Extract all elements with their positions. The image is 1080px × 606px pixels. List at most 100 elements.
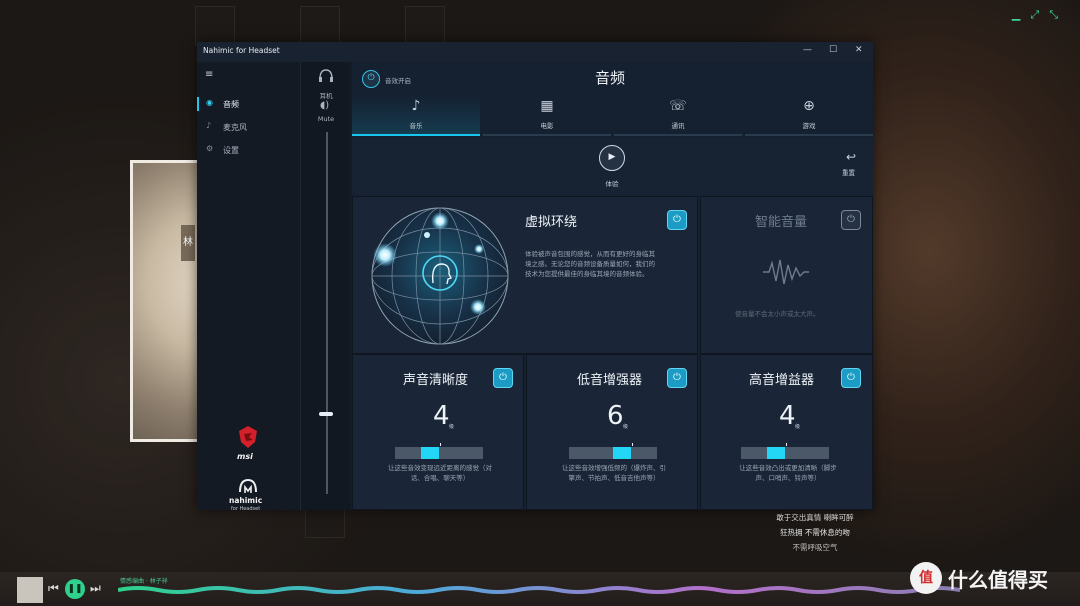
surround-card: 虚拟环绕 ⏻ 体验被声音包围的感觉，从而有更好的身临其 境之感。无论您的音频设备… [352,196,698,354]
tab-label: 音乐 [409,122,423,130]
nahimic-logo-text: nahimic [229,496,263,505]
bass-level: 6 [607,401,624,431]
desc-line: 体验被声音包围的感觉，从而有更好的身临其 [525,250,655,258]
lyric-line: 敢于交出真情 喇眸可醉 [776,513,854,522]
album-cover[interactable]: 林 [130,160,200,442]
sidebar-item-audio[interactable]: ◉ 音频 [197,95,300,113]
nahimic-logo-icon [239,478,257,493]
tab-communication[interactable]: ☏ 通讯 [614,94,742,136]
clarity-level-unit: 级 [449,424,455,430]
expand-icon[interactable]: ⤢ [1030,8,1039,22]
song-info: 情感编曲 · 林子祥 [120,578,168,585]
desc-line: 境之感。无论您的音频设备质量如何，我们的 [525,260,655,268]
tab-music[interactable]: ♪ 音乐 [352,94,480,136]
sidebar-item-settings[interactable]: ⚙ 设置 [197,141,300,159]
desc-line: 技术为您提供最佳的身临其境的音频体验。 [525,270,649,278]
gear-icon: ⚙ [206,144,214,153]
surround-sphere-icon [371,207,509,345]
album-tag: 林 [181,225,195,261]
clarity-power-button[interactable]: ⏻ [493,368,513,388]
reset-label[interactable]: 重置 [842,167,855,177]
mute-label[interactable]: Mute [301,115,351,123]
bass-slider-fill[interactable] [613,447,631,459]
bass-title: 低音增强器 [577,373,643,388]
desc-line: 让这些音效增强低频的（爆炸声、引 [562,464,666,472]
treble-title: 高音增益器 [749,373,815,388]
tab-label: 通讯 [671,122,685,130]
maximize-button[interactable]: ☐ [829,45,837,55]
bass-card: 低音增强器 ⏻ 6 级 让这些音效增强低频的（爆炸声、引 擎声、节拍声、低音吉他… [526,354,698,510]
minimize-button[interactable]: — [803,45,812,55]
menu-icon[interactable]: ≡ [205,69,213,80]
surround-description: 体验被声音包围的感觉，从而有更好的身临其 境之感。无论您的音频设备质量如何，我们… [525,249,655,279]
close-button[interactable]: ✕ [855,45,863,55]
tab-movie[interactable]: ▦ 电影 [483,94,611,136]
title-bar[interactable]: Nahimic for Headset — ☐ ✕ [197,42,873,62]
volume-slider-track[interactable] [326,132,328,494]
volume-icon: ◖) [320,100,330,111]
desc-line: 话、合唱、聊天等） [410,474,470,482]
headset-label: 耳机 [319,92,333,100]
smart-volume-card: 智能音量 ⏻ 使音量不会太小声或太大声。 [700,196,873,354]
page-title: 音频 [595,69,626,87]
watermark: 值 什么值得买 [910,562,1048,594]
speaker-icon: ◉ [206,98,213,107]
nahimic-window: Nahimic for Headset — ☐ ✕ ≡ ◉ 音频 ♪ 麦克风 ⚙… [197,42,873,512]
clapperboard-icon: ▦ [540,98,554,114]
next-icon[interactable]: ⏭ [90,581,101,596]
sidebar-item-microphone[interactable]: ♪ 麦克风 [197,118,300,136]
treble-power-button[interactable]: ⏻ [841,368,861,388]
now-playing-thumbnail[interactable] [17,577,43,603]
msi-dragon-icon [239,426,257,448]
treble-description: 让这些音效凸出或更加清晰（脚步 声、口哨声、铃声等） [723,463,853,483]
mic-icon: ♪ [206,121,212,130]
clarity-description: 让这些音效变现远近距离的感觉（对 话、合唱、聊天等） [375,463,505,483]
clarity-level: 4 [433,401,450,431]
desc-line: 让这些音效变现远近距离的感觉（对 [388,464,492,472]
bass-description: 让这些音效增强低频的（爆炸声、引 擎声、节拍声、低音吉他声等） [549,463,679,483]
tab-game[interactable]: ⊕ 游戏 [745,94,873,136]
nahimic-logo-subtext: for Headset [231,506,261,512]
slider-tick [786,443,787,446]
lyric-line: 狂热拥 不需休息的吻 [780,528,850,537]
smart-volume-power-button[interactable]: ⏻ [841,210,861,230]
main-header: ⏻ 音效开启 音频 [352,62,873,92]
reset-icon[interactable]: ↩ [846,150,856,164]
watermark-logo: 值 [910,562,942,594]
treble-slider[interactable] [741,443,829,459]
clarity-title: 声音清晰度 [403,373,469,388]
effects-power-button[interactable]: ⏻ [362,70,380,88]
smart-volume-title: 智能音量 [755,215,808,230]
demo-bar: ▶ 体验 ↩ 重置 [352,138,873,194]
smart-volume-description: 使音量不会太小声或太大声。 [735,310,820,318]
desc-line: 擎声、节拍声、低音吉他声等） [568,474,660,482]
lyrics-panel: 敢于交出真情 喇眸可醉 狂热拥 不需休息的吻 不需呼吸空气 [760,510,870,555]
demo-play-button[interactable]: ▶ [599,145,625,171]
bass-power-button[interactable]: ⏻ [667,368,687,388]
desc-line: 让这些音效凸出或更加清晰（脚步 [739,464,837,472]
previous-icon[interactable]: ⏮ [48,581,59,596]
surround-title: 虚拟环绕 [525,215,578,230]
surround-power-button[interactable]: ⏻ [667,210,687,230]
tab-label: 电影 [540,122,554,130]
treble-slider-fill[interactable] [767,447,785,459]
minimize-icon[interactable]: ▁ [1012,8,1020,22]
waveform-icon [763,259,809,285]
watermark-text: 什么值得买 [948,567,1048,592]
music-note-icon: ♪ [411,98,421,114]
clarity-slider-fill[interactable] [421,447,439,459]
bass-slider[interactable] [569,443,657,459]
tab-label: 游戏 [802,122,816,130]
waveform-progress[interactable] [118,585,960,595]
gamepad-icon: ⊕ [803,98,815,114]
headset-icon[interactable] [318,68,334,82]
pause-button[interactable]: ❚❚ [65,579,85,599]
collapse-icon[interactable]: ⤡ [1049,8,1058,22]
volume-slider-thumb[interactable] [319,412,333,416]
treble-level-unit: 级 [795,424,801,430]
demo-label: 体验 [605,180,619,188]
profile-tabs: ♪ 音乐 ▦ 电影 ☏ 通讯 ⊕ 游戏 [352,94,873,136]
sidebar: ≡ ◉ 音频 ♪ 麦克风 ⚙ 设置 msi nahimic for Headse… [197,62,300,512]
clarity-slider[interactable] [395,443,483,459]
sidebar-item-label: 麦克风 [223,123,247,132]
